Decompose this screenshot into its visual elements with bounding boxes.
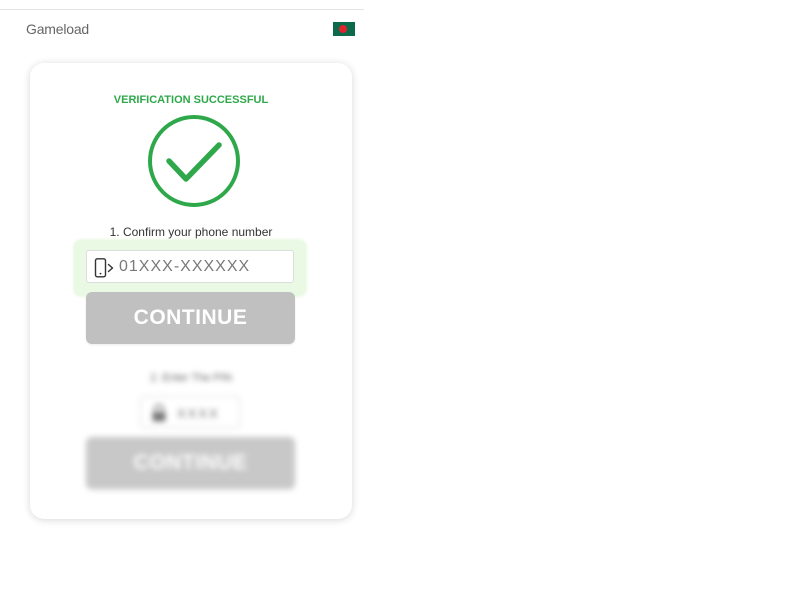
phone-number-input[interactable] xyxy=(119,255,289,279)
pin-field[interactable] xyxy=(140,396,240,428)
flag-disc xyxy=(339,25,347,33)
mobile-phone-icon xyxy=(94,258,114,278)
lock-icon xyxy=(152,404,166,422)
pin-input[interactable] xyxy=(177,402,235,424)
page-header: Gameload xyxy=(26,20,356,40)
brand-name: Gameload xyxy=(26,21,89,37)
checkmark-circle-icon xyxy=(148,115,240,207)
top-divider xyxy=(0,9,364,10)
step2-label: 2. Enter The PIN xyxy=(150,372,232,384)
phone-field[interactable] xyxy=(86,250,294,283)
verification-card: VERIFICATION SUCCESSFUL 1. Confirm your … xyxy=(30,63,352,519)
continue-pin-button[interactable]: CONTINUE xyxy=(86,437,295,489)
continue-phone-button[interactable]: CONTINUE xyxy=(86,292,295,344)
bangladesh-flag-icon[interactable] xyxy=(333,22,355,36)
step1-label: 1. Confirm your phone number xyxy=(109,225,273,239)
verification-status: VERIFICATION SUCCESSFUL xyxy=(113,94,269,106)
